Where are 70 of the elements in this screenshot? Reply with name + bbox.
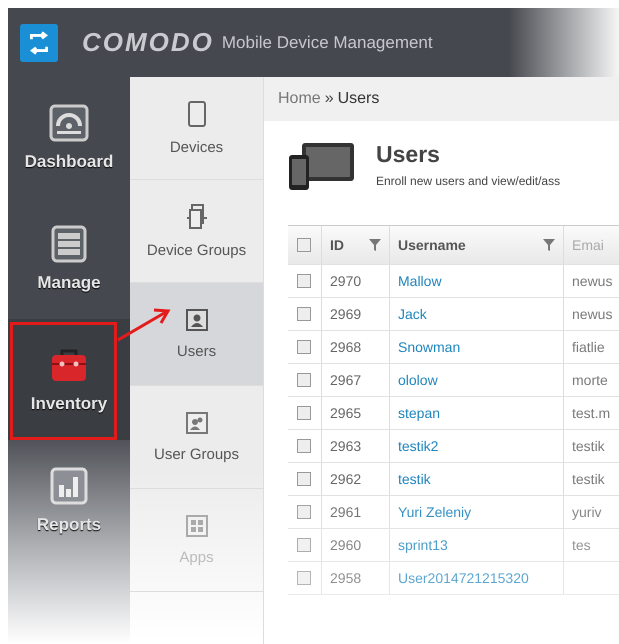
id-cell: 2963 <box>322 430 390 462</box>
email-cell-text: fiatlie <box>571 338 606 357</box>
email-cell-text: morte <box>571 371 609 390</box>
main-nav-item[interactable]: Manage <box>8 198 130 319</box>
username-link[interactable]: sprint13 <box>398 537 448 553</box>
username-link[interactable]: Yuri Zeleniy <box>398 504 472 520</box>
page-title: Users <box>376 141 441 168</box>
row-checkbox[interactable] <box>297 406 311 420</box>
page-subtitle: Enroll new users and view/edit/ass <box>376 174 560 188</box>
username-link[interactable]: testik <box>398 471 431 487</box>
annotation-arrow <box>116 306 172 342</box>
user-icon <box>186 308 208 330</box>
email-cell-text: newus <box>571 305 614 324</box>
product-name: Mobile Device Management <box>222 32 433 52</box>
email-cell-text: yuriv <box>571 503 603 522</box>
username-link[interactable]: Mallow <box>398 273 442 289</box>
filter-icon[interactable] <box>369 239 381 251</box>
sub-nav-item[interactable]: Devices <box>130 77 263 180</box>
username-link[interactable]: stepan <box>398 405 440 421</box>
stacked-phones-icon <box>186 204 208 230</box>
row-checkbox[interactable] <box>297 340 311 354</box>
id-cell: 2969 <box>322 298 390 330</box>
bar-chart-icon <box>49 466 89 504</box>
email-cell-text: testik <box>571 437 606 456</box>
brand-name: COMODO <box>82 27 214 58</box>
id-cell: 2968 <box>322 331 390 363</box>
row-checkbox[interactable] <box>297 307 311 321</box>
grid-icon <box>186 514 208 536</box>
username-link[interactable]: Jack <box>398 306 427 322</box>
filter-icon[interactable] <box>543 239 555 251</box>
username-link[interactable]: User2014721215320 <box>398 570 529 586</box>
cabinet-icon <box>49 224 89 262</box>
email-cell-text: tes <box>571 536 592 555</box>
breadcrumb-link[interactable]: Home <box>278 90 321 108</box>
id-cell: 2958 <box>322 562 390 594</box>
username-link[interactable]: testik2 <box>398 438 438 454</box>
row-checkbox[interactable] <box>297 274 311 288</box>
id-cell: 2965 <box>322 397 390 429</box>
row-checkbox[interactable] <box>297 538 311 552</box>
column-header[interactable]: ID <box>322 226 390 264</box>
breadcrumb-separator: » <box>324 90 334 108</box>
main-nav-item[interactable]: Reports <box>8 440 130 561</box>
email-cell-text: test.m <box>571 404 612 423</box>
breadcrumb-current: Users <box>338 90 380 108</box>
gauge-icon <box>49 104 89 142</box>
sync-logo-icon <box>20 24 58 62</box>
main-nav-item[interactable]: Inventory <box>8 319 130 440</box>
row-checkbox[interactable] <box>297 571 311 585</box>
row-checkbox[interactable] <box>297 439 311 453</box>
id-cell: 2967 <box>322 364 390 396</box>
id-cell: 2960 <box>322 529 390 561</box>
phone-icon <box>186 100 206 126</box>
row-checkbox[interactable] <box>297 505 311 519</box>
username-link[interactable]: ololow <box>398 372 438 388</box>
row-checkbox[interactable] <box>297 373 311 387</box>
id-cell: 2962 <box>322 463 390 495</box>
users-icon <box>186 412 208 434</box>
devices-icon <box>288 141 356 191</box>
email-cell-text: testik <box>571 470 606 489</box>
column-header[interactable]: Username <box>390 226 564 264</box>
username-link[interactable]: Snowman <box>398 339 460 355</box>
row-checkbox[interactable] <box>297 472 311 486</box>
email-cell-text: newus <box>571 272 614 291</box>
column-header[interactable]: Emai <box>564 226 619 264</box>
sub-nav-item[interactable]: Users <box>130 283 263 386</box>
select-all-checkbox[interactable] <box>297 238 311 252</box>
sub-nav-item[interactable]: User Groups <box>130 386 263 489</box>
id-cell: 2970 <box>322 265 390 297</box>
main-nav-item[interactable]: Dashboard <box>8 77 130 198</box>
id-cell: 2961 <box>322 496 390 528</box>
